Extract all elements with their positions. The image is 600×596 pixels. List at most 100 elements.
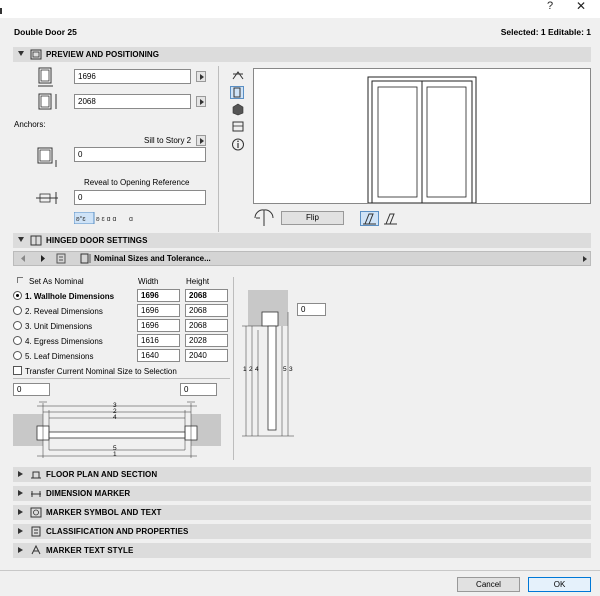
row-label: 4. Egress Dimensions <box>25 337 103 346</box>
row-label: 5. Leaf Dimensions <box>25 352 94 361</box>
row-label: 2. Reveal Dimensions <box>25 307 103 316</box>
svg-text:ɑ: ɑ <box>129 216 133 223</box>
flip-icon <box>254 209 274 226</box>
expand-icon <box>18 490 23 496</box>
svg-text:ʚ ɛ ɑ ɑ: ʚ ɛ ɑ ɑ <box>96 216 116 223</box>
reveal-radio[interactable] <box>13 306 22 315</box>
section-hinged-door[interactable]: HINGED DOOR SETTINGS <box>13 233 591 248</box>
close-button[interactable]: ✕ <box>576 0 586 13</box>
set-nominal-bracket <box>17 277 23 283</box>
dimension-marker-icon <box>31 491 41 497</box>
row-label: 1. Wallhole Dimensions <box>25 292 115 301</box>
transfer-checkbox[interactable] <box>13 366 22 375</box>
left-tolerance-input[interactable] <box>13 383 50 396</box>
section-classification[interactable]: CLASSIFICATION AND PROPERTIES <box>13 524 591 539</box>
flip-button[interactable]: Flip <box>281 211 344 225</box>
section-marker-symbol[interactable]: MARKER SYMBOL AND TEXT <box>13 505 591 520</box>
top-tolerance-input[interactable] <box>297 303 326 316</box>
opening-left-button[interactable] <box>360 211 379 226</box>
footer-divider <box>0 570 600 571</box>
section-preview-positioning[interactable]: PREVIEW AND POSITIONING <box>13 47 591 62</box>
height-input[interactable] <box>74 94 191 109</box>
egress-radio[interactable] <box>13 336 22 345</box>
marker-symbol-icon <box>30 507 42 518</box>
window-edge-marker <box>0 8 2 14</box>
unit-height-input[interactable] <box>185 319 228 332</box>
next-page-button[interactable] <box>34 252 51 265</box>
section-label: MARKER SYMBOL AND TEXT <box>46 508 162 517</box>
reveal-height-input[interactable] <box>185 304 228 317</box>
cancel-button[interactable]: Cancel <box>457 577 520 592</box>
plan-dim-label: 4 <box>113 414 117 421</box>
preview-pane <box>253 68 591 204</box>
info-icon[interactable] <box>231 138 245 151</box>
right-tolerance-input[interactable] <box>180 383 217 396</box>
reveal-width-input[interactable] <box>137 304 180 317</box>
unit-radio[interactable] <box>13 321 22 330</box>
height-options-button[interactable] <box>196 96 206 107</box>
anchors-label: Anchors: <box>14 120 46 129</box>
plan-dim-label: 1 <box>113 451 117 458</box>
section-label: DIMENSION MARKER <box>46 489 131 498</box>
page-selector-dropdown[interactable]: Nominal Sizes and Tolerance... <box>76 252 591 265</box>
3d-view-icon[interactable] <box>231 103 245 116</box>
text-style-icon <box>31 545 41 555</box>
section-dimension-marker[interactable]: DIMENSION MARKER <box>13 486 591 501</box>
table-divider <box>13 378 230 379</box>
title-bar <box>0 0 600 18</box>
expand-icon <box>18 547 23 553</box>
elevation-view-button[interactable] <box>230 86 244 99</box>
wallhole-width-input[interactable] <box>137 289 180 302</box>
arrow-left-icon <box>21 255 25 262</box>
prev-page-button[interactable] <box>15 252 32 265</box>
collapse-icon <box>18 237 24 242</box>
page-list-icon[interactable] <box>56 253 70 264</box>
section-floor-plan[interactable]: FLOOR PLAN AND SECTION <box>13 467 591 482</box>
collapse-icon <box>18 51 24 56</box>
width-input[interactable] <box>74 69 191 84</box>
ok-button[interactable]: OK <box>528 577 591 592</box>
leaf-height-input[interactable] <box>185 349 228 362</box>
elevation-view-icon <box>233 87 241 98</box>
panel-divider <box>218 66 219 232</box>
opening-right-icon[interactable] <box>382 211 399 226</box>
leaf-width-input[interactable] <box>137 349 180 362</box>
height-column-header: Height <box>186 277 210 286</box>
set-as-nominal-label: Set As Nominal <box>29 277 84 286</box>
section-dimension-diagram <box>242 290 294 437</box>
wallhole-radio[interactable] <box>13 291 22 300</box>
egress-height-input[interactable] <box>185 334 228 347</box>
selection-info: Selected: 1 Editable: 1 <box>500 27 591 37</box>
reveal-anchor-options[interactable]: ʚ°ɛ ʚ ɛ ɑ ɑ ɑ <box>73 211 136 225</box>
section-label: PREVIEW AND POSITIONING <box>46 50 160 59</box>
sill-anchor-button[interactable] <box>196 135 206 146</box>
help-button[interactable]: ? <box>547 0 553 12</box>
wallhole-height-input[interactable] <box>185 289 228 302</box>
floor-plan-icon <box>31 471 41 479</box>
sill-input[interactable] <box>74 147 206 162</box>
height-icon <box>38 93 57 110</box>
plan-dimension-diagram <box>13 401 221 458</box>
section-marker-text-style[interactable]: MARKER TEXT STYLE <box>13 543 591 558</box>
sill-anchor-label: Sill to Story 2 <box>144 136 192 145</box>
row-label: 3. Unit Dimensions <box>25 322 93 331</box>
expand-icon <box>18 509 23 515</box>
classification-icon <box>31 526 41 537</box>
door-elevation-preview <box>367 76 477 204</box>
unit-width-input[interactable] <box>137 319 180 332</box>
opening-left-icon <box>363 213 376 225</box>
dropdown-arrow-icon <box>583 256 587 262</box>
section-dim-label: 1 <box>243 366 247 373</box>
section-label: HINGED DOOR SETTINGS <box>46 236 148 245</box>
plan-view-icon[interactable] <box>231 69 245 82</box>
section-dim-label: 3 <box>289 366 293 373</box>
egress-width-input[interactable] <box>137 334 180 347</box>
leaf-radio[interactable] <box>13 351 22 360</box>
nominal-size-icon <box>80 253 91 264</box>
section-view-icon[interactable] <box>231 120 245 133</box>
page-selector-label: Nominal Sizes and Tolerance... <box>94 254 211 263</box>
section-dim-label: 2 <box>249 366 253 373</box>
width-options-button[interactable] <box>196 71 206 82</box>
preview-section-icon <box>30 49 42 60</box>
reveal-input[interactable] <box>74 190 206 205</box>
